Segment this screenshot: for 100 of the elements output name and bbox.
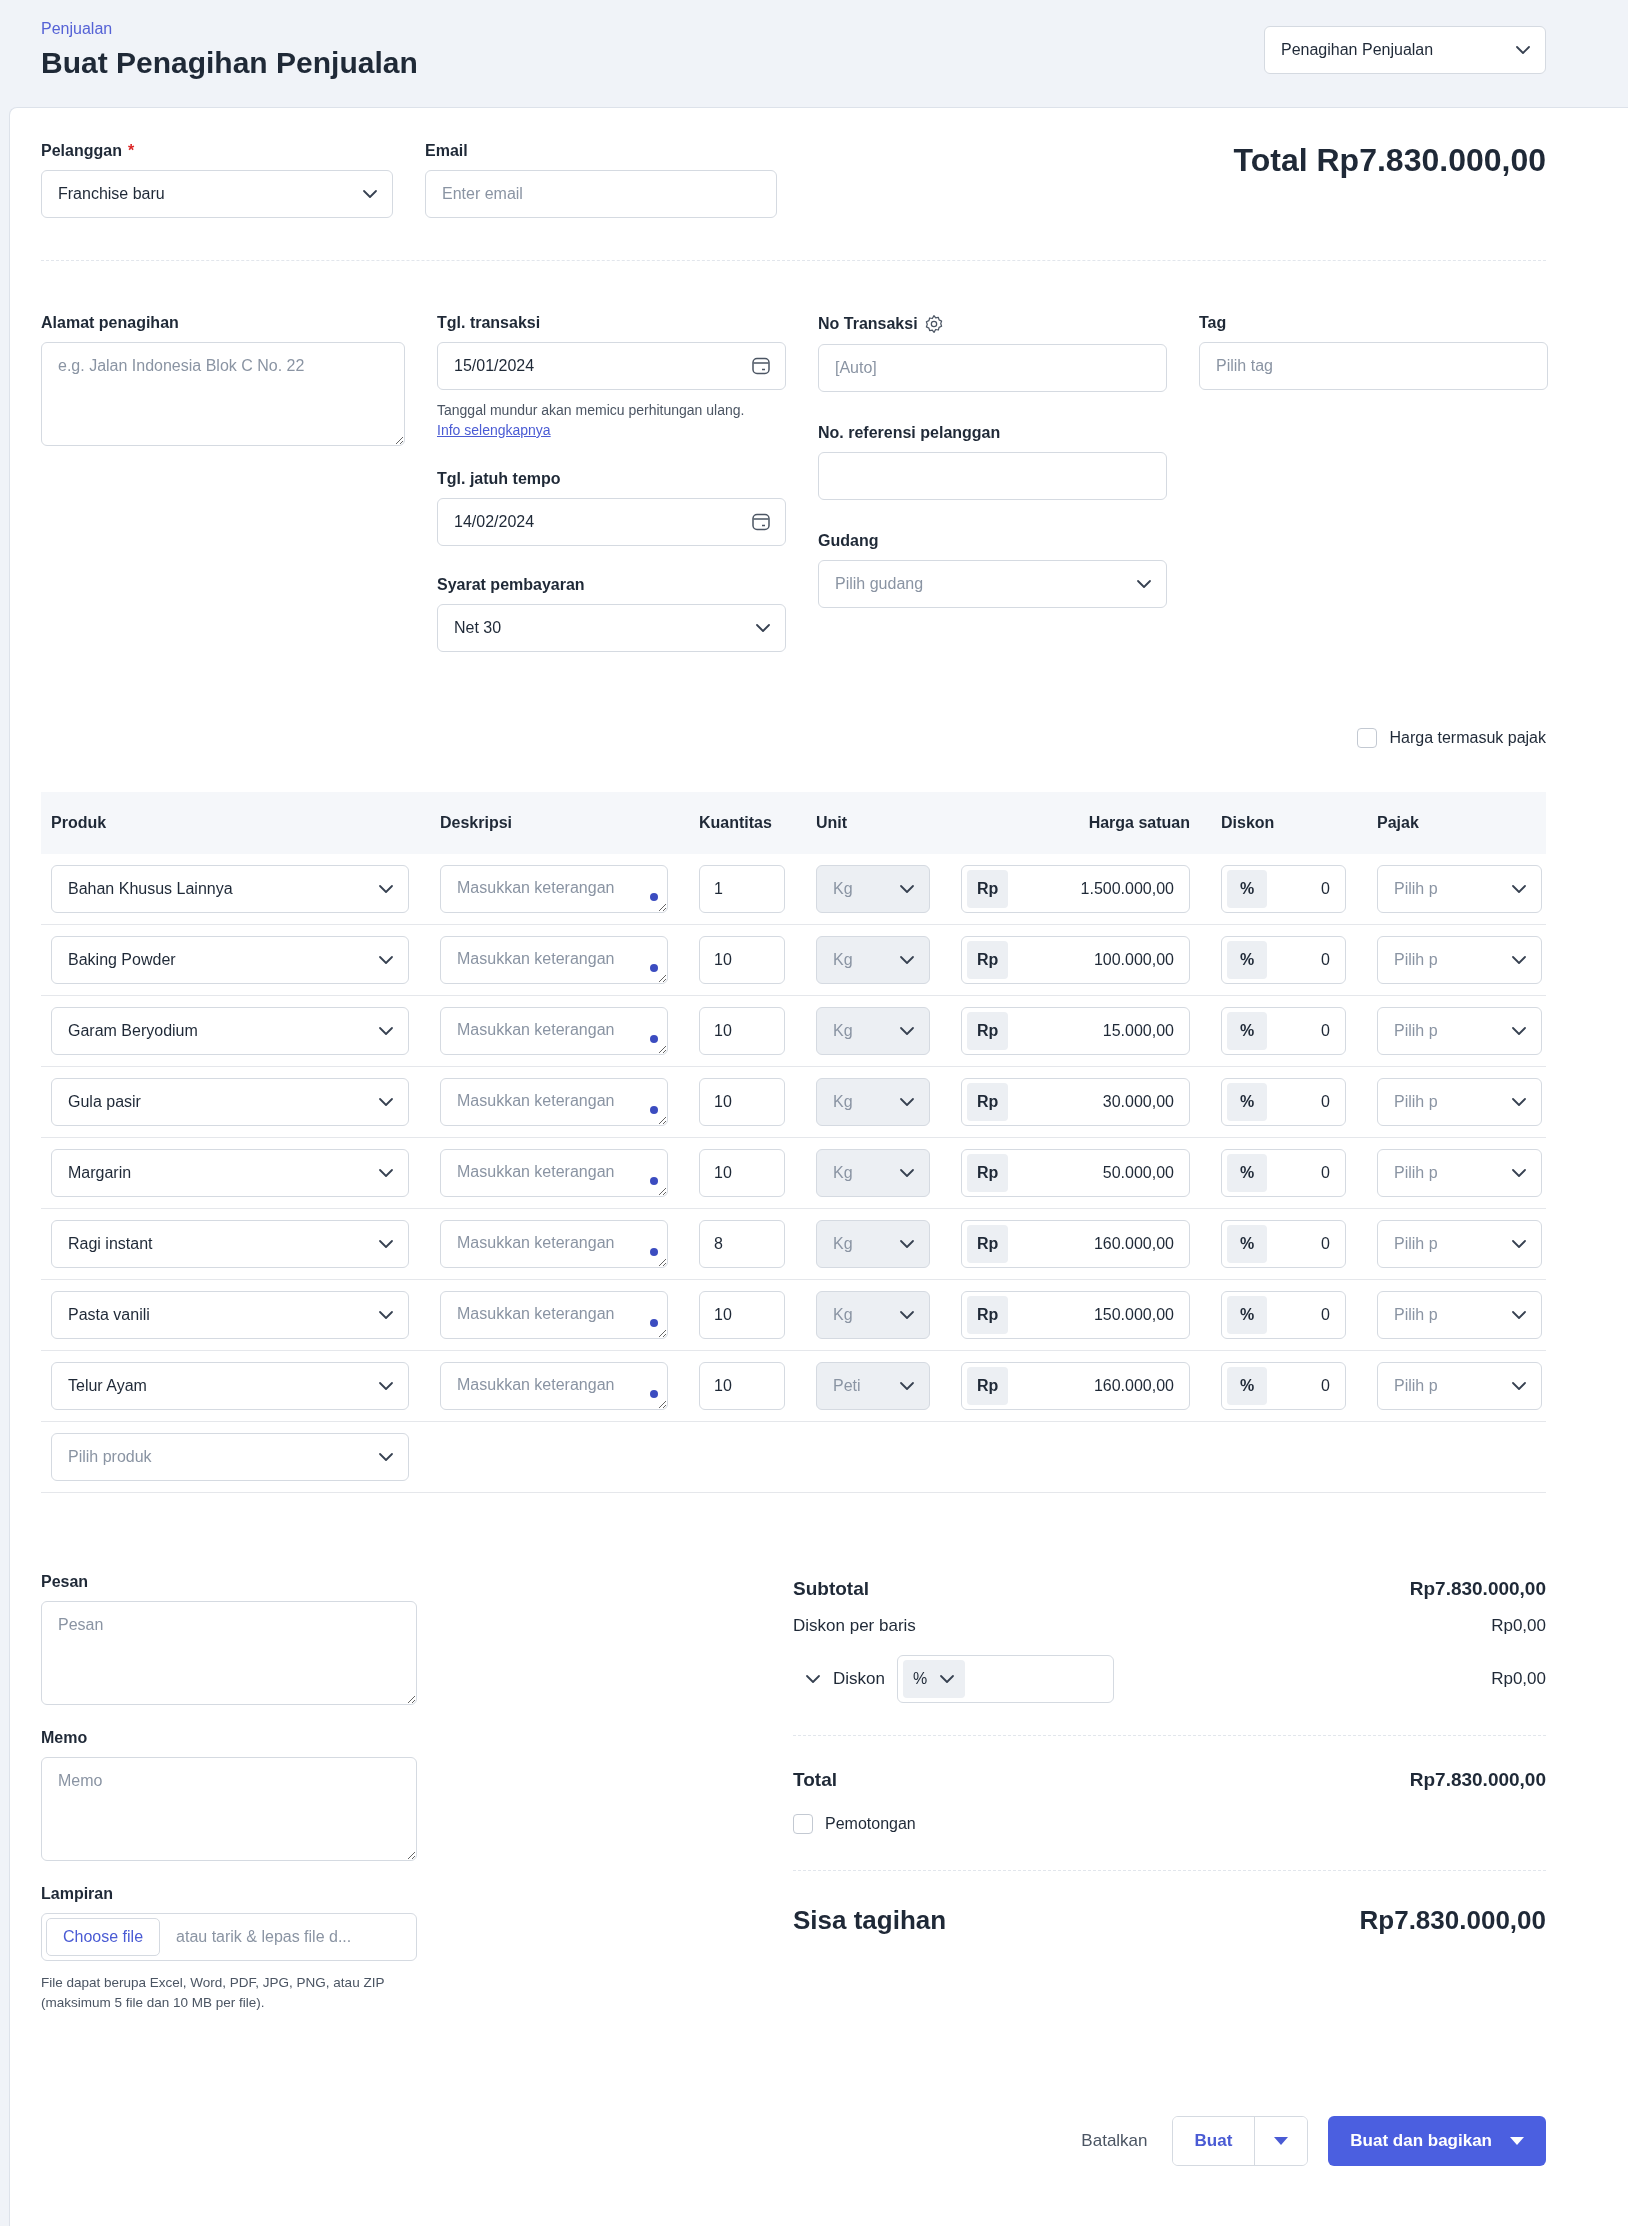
calendar-icon[interactable]	[751, 356, 771, 376]
price-input[interactable]: 50.000,00	[1016, 1163, 1174, 1182]
quantity-field[interactable]: 10	[699, 1361, 785, 1410]
column-header: Unit	[816, 813, 849, 832]
quantity-field[interactable]: 10	[699, 1148, 785, 1197]
discount-input[interactable]: 0	[1275, 1305, 1330, 1324]
discount-input[interactable]: 0	[1275, 1376, 1330, 1395]
field-label: Email	[425, 142, 469, 160]
quantity-field[interactable]: 10	[699, 1077, 785, 1126]
price-input[interactable]: 30.000,00	[1016, 1092, 1174, 1111]
create-button[interactable]: Buat	[1172, 2117, 1256, 2165]
product-select[interactable]: Garam Beryodium	[51, 1006, 409, 1055]
discount-field[interactable]: % 0	[1221, 1077, 1346, 1126]
unit-select[interactable]: %	[902, 1659, 966, 1698]
field-label: Lampiran	[41, 1884, 114, 1903]
dot-icon	[650, 963, 658, 972]
settings-icon[interactable]	[923, 314, 944, 334]
discount-field[interactable]: % 0	[1221, 1219, 1346, 1268]
document-type-select[interactable]: Penagihan Penjualan	[1264, 26, 1546, 74]
calendar-icon[interactable]	[751, 511, 771, 532]
discount-input[interactable]: 0	[1275, 1092, 1330, 1111]
memo-field[interactable]: Memo	[41, 1756, 417, 1861]
percent-label: %	[1227, 1224, 1267, 1263]
date-field[interactable]: 14/02/2024	[437, 497, 786, 546]
quantity-field[interactable]: 8	[699, 1219, 785, 1268]
discount-field[interactable]: % 0	[1221, 935, 1346, 984]
quantity-field[interactable]: 10	[699, 935, 785, 984]
chevron-down-icon	[378, 1309, 394, 1320]
date-field[interactable]: 15/01/2024	[437, 342, 786, 390]
description-field[interactable]: Masukkan keterangan	[440, 1148, 668, 1197]
product-select[interactable]: Baking Powder	[51, 935, 409, 984]
info-link[interactable]: Info selengkapnya	[437, 421, 551, 438]
price-field[interactable]: Rp 30.000,00	[961, 1077, 1190, 1126]
description-field[interactable]: Masukkan keterangan	[440, 1290, 668, 1339]
price-field[interactable]: Rp 160.000,00	[961, 1361, 1190, 1410]
discount-field[interactable]: % 0	[1221, 864, 1346, 913]
price-field[interactable]: Rp 150.000,00	[961, 1290, 1190, 1339]
discount-field[interactable]: % 0	[1221, 1148, 1346, 1197]
date-input[interactable]: 15/01/2024	[454, 357, 751, 375]
quantity-field[interactable]: 1	[699, 864, 785, 913]
product-select[interactable]: Margarin	[51, 1148, 409, 1197]
balance-label: Sisa tagihan	[793, 1905, 947, 1937]
breadcrumb-link[interactable]: Penjualan	[41, 20, 418, 38]
price-input[interactable]: 160.000,00	[1016, 1234, 1174, 1253]
total-value: Rp7.830.000,00	[1409, 1768, 1546, 1791]
checkbox[interactable]	[793, 1813, 813, 1834]
column-header: Produk	[51, 813, 108, 832]
total-label: Total	[793, 1768, 837, 1791]
price-input[interactable]: 15.000,00	[1016, 1021, 1174, 1040]
price-input[interactable]: 1.500.000,00	[1016, 879, 1174, 898]
file-drop-area[interactable]: Choose file atau tarik & lepas file d...	[41, 1912, 417, 1961]
price-input[interactable]: 160.000,00	[1016, 1376, 1174, 1395]
checkbox[interactable]	[1357, 727, 1378, 748]
transaction-number-field[interactable]: [Auto]	[818, 344, 1167, 392]
description-field[interactable]: Masukkan keterangan	[440, 1219, 668, 1268]
discount-input[interactable]: 0	[1275, 879, 1330, 898]
chevron-down-icon	[378, 1025, 394, 1036]
currency-label: Rp	[967, 1011, 1009, 1050]
price-field[interactable]: Rp 50.000,00	[961, 1148, 1190, 1197]
customer-select[interactable]: Franchise baru	[41, 170, 393, 218]
description-field[interactable]: Masukkan keterangan	[440, 864, 668, 913]
cancel-button[interactable]: Batalkan	[1071, 2117, 1158, 2165]
reference-field[interactable]	[818, 452, 1167, 500]
discount-field[interactable]: % 0	[1221, 1006, 1346, 1055]
email-field[interactable]: Enter email	[425, 170, 777, 218]
product-select[interactable]: Gula pasir	[51, 1077, 409, 1126]
date-input[interactable]: 14/02/2024	[454, 512, 751, 531]
create-and-share-button[interactable]: Buat dan bagikan	[1328, 2116, 1546, 2166]
discount-field[interactable]: %	[896, 1654, 1114, 1703]
quantity-field[interactable]: 10	[699, 1290, 785, 1339]
price-field[interactable]: Rp 1.500.000,00	[961, 864, 1190, 913]
price-input[interactable]: 100.000,00	[1016, 950, 1174, 969]
dot-icon	[650, 1389, 658, 1398]
discount-input[interactable]: 0	[1275, 1163, 1330, 1182]
discount-input[interactable]: 0	[1275, 1021, 1330, 1040]
drop-text: atau tarik & lepas file d...	[176, 1927, 352, 1946]
product-select[interactable]: Bahan Khusus Lainnya	[51, 864, 409, 913]
tag-field[interactable]: Pilih tag	[1199, 342, 1548, 390]
total-heading: Total Rp7.830.000,00	[1233, 142, 1546, 179]
product-select[interactable]: Telur Ayam	[51, 1361, 409, 1410]
discount-field[interactable]: % 0	[1221, 1290, 1346, 1339]
product-select[interactable]: Ragi instant	[51, 1219, 409, 1268]
description-field[interactable]: Masukkan keterangan	[440, 1361, 668, 1410]
price-field[interactable]: Rp 100.000,00	[961, 935, 1190, 984]
discount-input[interactable]: 0	[1275, 950, 1330, 969]
quantity-field[interactable]: 10	[699, 1006, 785, 1055]
description-field[interactable]: Masukkan keterangan	[440, 1006, 668, 1055]
description-field[interactable]: Masukkan keterangan	[440, 1077, 668, 1126]
dot-icon	[650, 1247, 658, 1256]
price-input[interactable]: 150.000,00	[1016, 1305, 1174, 1324]
description-field[interactable]: Masukkan keterangan	[440, 935, 668, 984]
price-field[interactable]: Rp 160.000,00	[961, 1219, 1190, 1268]
message-field[interactable]: Pesan	[41, 1600, 417, 1705]
price-field[interactable]: Rp 15.000,00	[961, 1006, 1190, 1055]
discount-field[interactable]: % 0	[1221, 1361, 1346, 1410]
product-select[interactable]: Pasta vanili	[51, 1290, 409, 1339]
choose-file-button[interactable]: Choose file	[46, 1917, 161, 1956]
address-field[interactable]: e.g. Jalan Indonesia Blok C No. 22	[41, 342, 405, 446]
discount-input[interactable]: 0	[1275, 1234, 1330, 1253]
payment-terms-select[interactable]: Net 30	[437, 603, 786, 652]
